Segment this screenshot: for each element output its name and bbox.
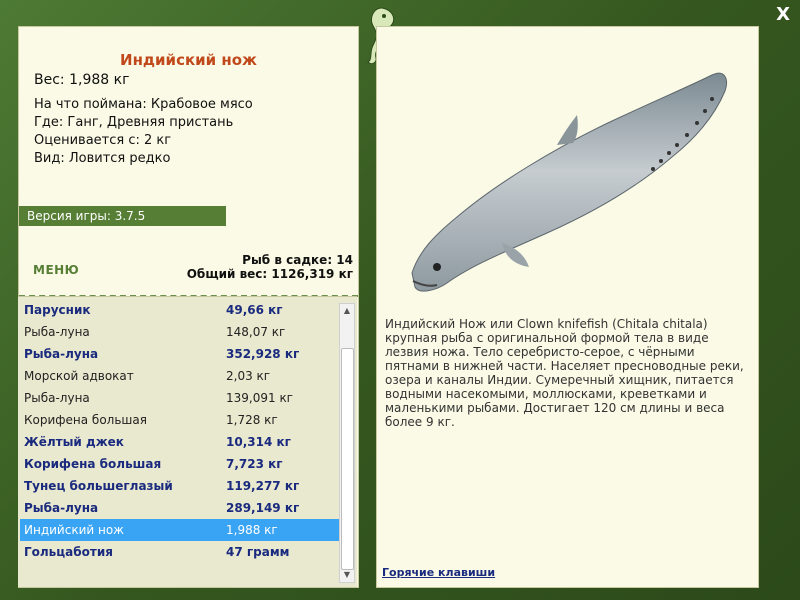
catch-fish-weight: 1,988 кг: [226, 523, 278, 537]
catch-fish-name: Рыба-луна: [24, 501, 99, 515]
location-text: Где: Ганг, Древняя пристань: [34, 115, 234, 130]
catch-fish-name: Корифена большая: [24, 413, 147, 427]
catch-list-row[interactable]: Рыба-луна 289,149 кг: [20, 497, 340, 519]
catch-fish-name: Тунец большеглазый: [24, 479, 173, 493]
catch-fish-name: Морской адвокат: [24, 369, 134, 383]
catch-fish-name: Гольцаботия: [24, 545, 113, 559]
catch-list-row[interactable]: Морской адвокат 2,03 кг: [20, 365, 340, 387]
catch-fish-weight: 289,149 кг: [226, 501, 300, 515]
catch-list-row[interactable]: Парусник 49,66 кг: [20, 299, 340, 321]
catch-fish-weight: 352,928 кг: [226, 347, 300, 361]
catch-list-row[interactable]: Рыба-луна 139,091 кг: [20, 387, 340, 409]
fish-description-panel: Индийский Нож или Clown knifefish (Chita…: [376, 26, 759, 588]
cage-summary: Рыб в садке: 14 Общий вес: 1126,319 кг: [187, 253, 353, 281]
catch-list-row[interactable]: Жёлтый джек 10,314 кг: [20, 431, 340, 453]
catch-list-row[interactable]: Рыба-луна 148,07 кг: [20, 321, 340, 343]
catch-fish-name: Рыба-луна: [24, 391, 90, 405]
catch-list-panel: Парусник 49,66 кг Рыба-луна 148,07 кг Рыба-л…: [18, 296, 357, 587]
catch-fish-weight: 148,07 кг: [226, 325, 286, 339]
fish-description: Индийский Нож или Clown knifefish (Chita…: [385, 317, 744, 429]
fish-details: На что поймана: Крабовое мясо Где: Ганг,…: [34, 96, 253, 168]
hotkeys-link[interactable]: Горячие клавиши: [382, 566, 495, 579]
catch-fish-weight: 49,66 кг: [226, 303, 283, 317]
fish-weight: Вес: 1,988 кг: [34, 72, 130, 88]
scrollbar-thumb[interactable]: [341, 348, 354, 570]
scroll-up-icon[interactable]: ▲: [340, 304, 354, 318]
catch-fish-weight: 7,723 кг: [226, 457, 283, 471]
catch-list-row[interactable]: Рыба-луна 352,928 кг: [20, 343, 340, 365]
catch-fish-name: Индийский нож: [24, 523, 124, 537]
catch-fish-name: Корифена большая: [24, 457, 162, 471]
value-text: Оценивается с: 2 кг: [34, 133, 172, 148]
catch-list-row[interactable]: Корифена большая 1,728 кг: [20, 409, 340, 431]
catch-list-row[interactable]: Гольцаботия 47 грамм: [20, 541, 340, 563]
catch-fish-name: Парусник: [24, 303, 91, 317]
cage-total-weight: Общий вес: 1126,319 кг: [186, 267, 353, 281]
catch-fish-weight: 139,091 кг: [226, 391, 293, 405]
scroll-down-icon[interactable]: ▼: [340, 568, 354, 582]
catch-fish-name: Рыба-луна: [24, 325, 90, 339]
catch-fish-name: Рыба-луна: [24, 347, 99, 361]
catch-fish-weight: 119,277 кг: [226, 479, 300, 493]
game-version: Версия игры: 3.7.5: [19, 206, 226, 226]
catch-fish-weight: 47 грамм: [226, 545, 290, 559]
rarity-text: Вид: Ловится редко: [34, 151, 171, 166]
fish-image: [411, 72, 727, 292]
catch-fish-weight: 2,03 кг: [226, 369, 271, 383]
catch-list-row[interactable]: Тунец большеглазый 119,277 кг: [20, 475, 340, 497]
catch-fish-weight: 10,314 кг: [226, 435, 291, 449]
fish-title: Индийский нож: [120, 51, 257, 69]
caught-on-text: На что поймана: Крабовое мясо: [34, 97, 253, 112]
catch-list: Парусник 49,66 кг Рыба-луна 148,07 кг Рыба-л…: [20, 299, 340, 563]
scrollbar[interactable]: ▲ ▼: [339, 303, 355, 583]
catch-fish-weight: 1,728 кг: [226, 413, 278, 427]
catch-list-row[interactable]: Индийский нож 1,988 кг: [20, 519, 340, 541]
cage-count: Рыб в садке: 14: [242, 253, 353, 267]
catch-list-row[interactable]: Корифена большая 7,723 кг: [20, 453, 340, 475]
catch-fish-name: Жёлтый джек: [24, 435, 124, 449]
menu-button[interactable]: МЕНЮ: [33, 263, 79, 277]
close-icon[interactable]: X: [776, 4, 790, 25]
